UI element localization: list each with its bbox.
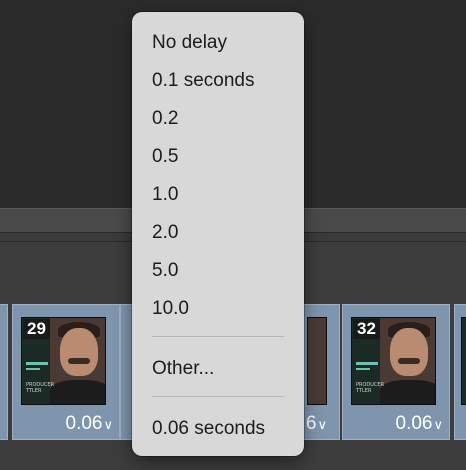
frame-delay-dropdown[interactable]: 6∨ — [306, 413, 327, 436]
menu-item-10-0[interactable]: 10.0 — [152, 298, 189, 320]
menu-item-5-0[interactable]: 5.0 — [152, 260, 178, 282]
frame-number: 29 — [23, 319, 50, 339]
timeline-frame-partial-right[interactable] — [454, 304, 466, 440]
frame-delay-value: 6 — [305, 413, 317, 434]
chevron-down-icon: ∨ — [103, 417, 113, 432]
menu-item-other[interactable]: Other... — [152, 358, 214, 380]
frame-delay-value: 0.06 — [65, 413, 103, 434]
frame-delay-dropdown[interactable]: 0.06∨ — [66, 413, 114, 436]
frame-delay-menu: No delay 0.1 seconds 0.2 0.5 1.0 2.0 5.0… — [132, 12, 304, 456]
timeline-frame-partial-left[interactable] — [0, 304, 8, 440]
frame-thumbnail — [461, 317, 466, 405]
thumbnail-caption: PRODUCER TTLER — [356, 382, 385, 394]
frame-delay-value: 0.06 — [395, 413, 433, 434]
chevron-down-icon: ∨ — [317, 417, 327, 432]
menu-separator — [152, 396, 284, 397]
timeline-frame-32[interactable]: PRODUCER TTLER 32 0.06∨ — [342, 304, 450, 440]
chevron-down-icon: ∨ — [433, 417, 443, 432]
timeline-frame-29[interactable]: PRODUCER TTLER 29 0.06∨ — [12, 304, 120, 440]
menu-item-0-2[interactable]: 0.2 — [152, 108, 178, 130]
menu-item-1-0[interactable]: 1.0 — [152, 184, 178, 206]
menu-item-2-0[interactable]: 2.0 — [152, 222, 178, 244]
thumbnail-caption: PRODUCER TTLER — [26, 382, 55, 394]
menu-item-no-delay[interactable]: No delay — [152, 32, 227, 54]
frame-thumbnail — [307, 317, 327, 405]
menu-item-0-1-seconds[interactable]: 0.1 seconds — [152, 70, 254, 92]
menu-item-0-5[interactable]: 0.5 — [152, 146, 178, 168]
menu-separator — [152, 336, 284, 337]
frame-delay-dropdown[interactable]: 0.06∨ — [396, 413, 444, 436]
menu-item-current-delay[interactable]: 0.06 seconds — [152, 418, 265, 440]
frame-number: 32 — [353, 319, 380, 339]
